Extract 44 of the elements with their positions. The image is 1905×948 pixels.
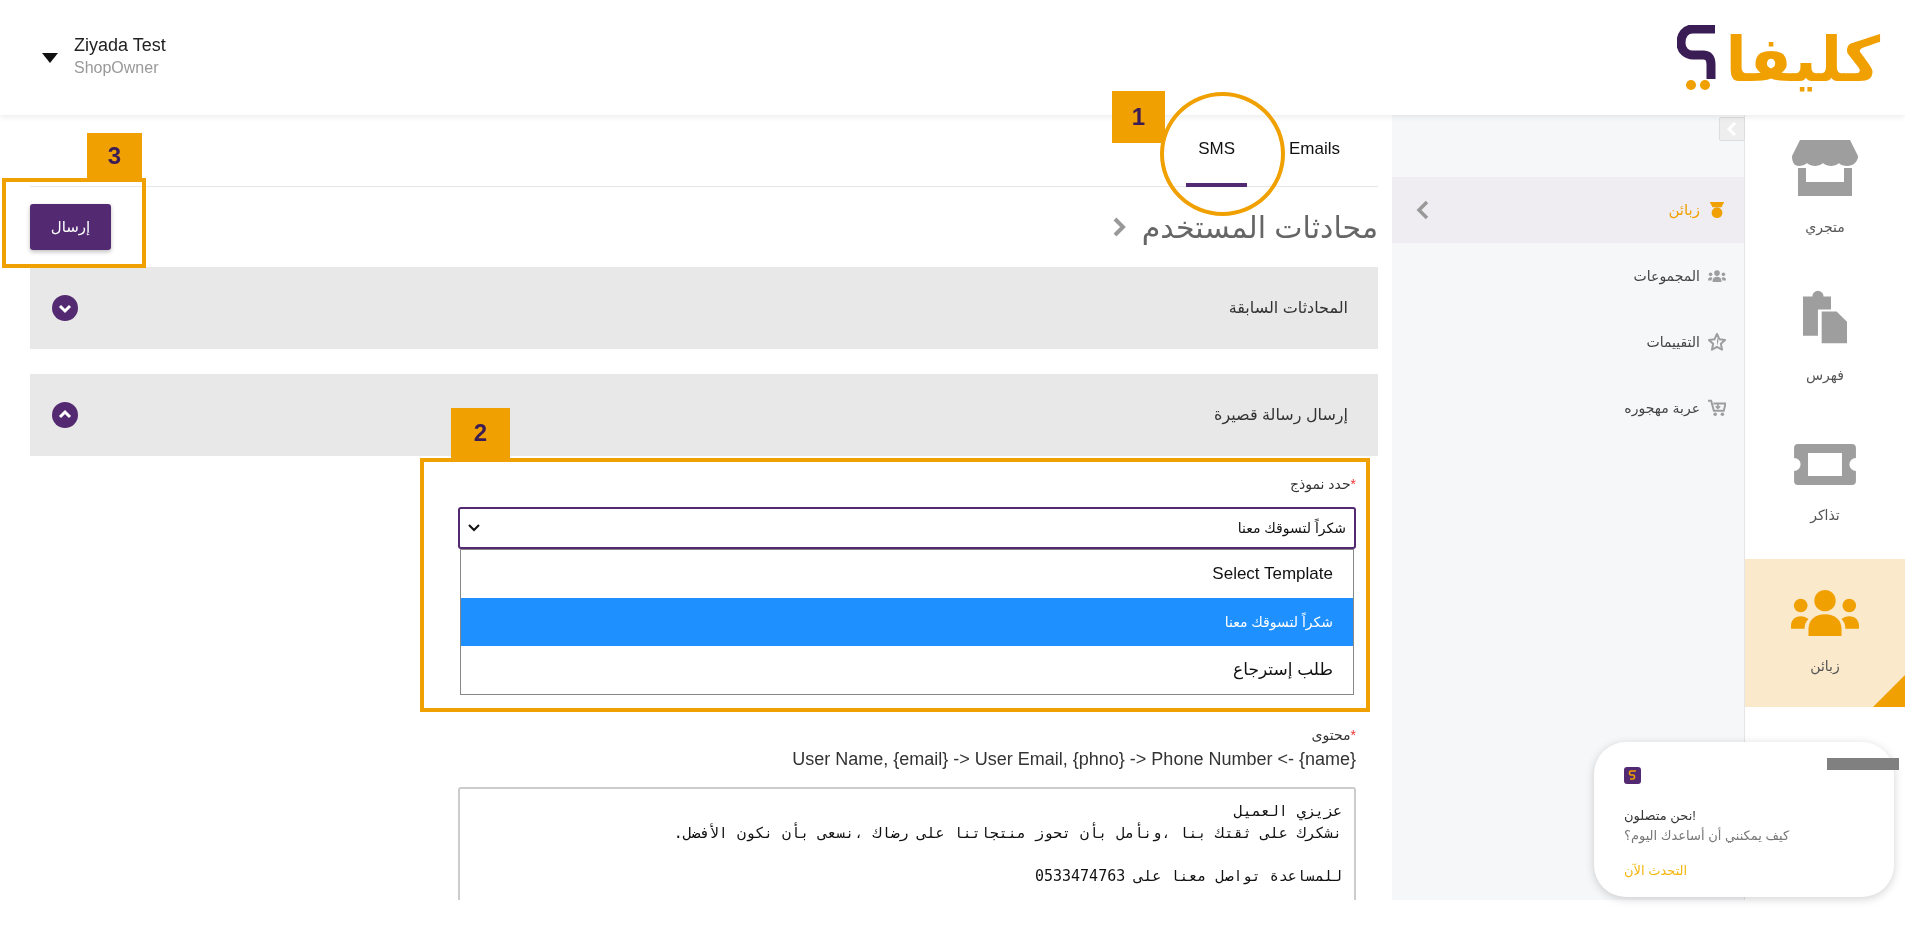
section-header[interactable]: المحادثات السابقة: [30, 267, 1378, 349]
users-icon: [1708, 269, 1726, 283]
chat-title: !نحن متصلون: [1624, 807, 1697, 826]
chat-message: كيف يمكنني أن أساعدك اليوم؟: [1624, 826, 1791, 845]
logo-text: كليفا: [1725, 28, 1880, 91]
users-icon: [1791, 588, 1859, 637]
user-name: Ziyada Test: [74, 34, 166, 57]
submenu-item[interactable]: عربة مهجوره: [1392, 375, 1744, 441]
dropdown-option[interactable]: طلب إسترجاع: [461, 646, 1353, 694]
section-title: إرسال رسالة قصيرة: [1214, 405, 1348, 427]
tab[interactable]: SMS: [1186, 115, 1247, 187]
field-label: * محتوى: [1310, 726, 1356, 746]
step-number: 2: [451, 408, 510, 458]
rail-item[interactable]: زبائن: [1745, 559, 1905, 707]
message-field[interactable]: عزيزي العميل نشكرك على ثقتك بنا ،ونأمل بأن تحوز منتجاتنا على رضاك ،نسعى بأن نكون الأفضل. للمساعدة تواصل معنا على 0533474763: [458, 787, 1356, 900]
user-role: ShopOwner: [74, 58, 160, 79]
rail-item[interactable]: متجري: [1745, 115, 1905, 263]
hint-text: User Name, {email} -> User Email, {phno} -> Phone Number <- {name}: [791, 748, 1356, 771]
chevron-up-icon[interactable]: [52, 402, 78, 428]
chat-logo-icon: [1624, 767, 1641, 784]
corner-mark: [1873, 675, 1905, 707]
submenu-item[interactable]: التقييمات: [1392, 309, 1744, 375]
tab[interactable]: Emails: [1277, 115, 1352, 187]
send-button[interactable]: إرسال: [30, 204, 111, 250]
chevron-down-icon[interactable]: [52, 295, 78, 321]
field-label: * حدد نموذج: [1288, 475, 1356, 495]
step-number: 3: [87, 133, 142, 178]
chevron-right-icon: [1111, 216, 1126, 238]
chevron-down-icon: [468, 524, 480, 532]
cart-icon: [1708, 399, 1726, 417]
rail-item[interactable]: فهرس: [1745, 263, 1905, 411]
star-icon: [1708, 333, 1726, 351]
section-title: المحادثات السابقة: [1228, 298, 1348, 318]
ticket-icon: [1794, 444, 1856, 485]
submenu-item[interactable]: المجموعات: [1392, 243, 1744, 309]
step-number: 1: [1112, 91, 1165, 143]
rail-item[interactable]: تذاكر: [1745, 411, 1905, 559]
dropdown-option[interactable]: Select Template: [461, 550, 1353, 598]
template-select[interactable]: شكراً لتسوقك معنا: [458, 507, 1356, 549]
store-icon: [1792, 140, 1858, 197]
copy-icon: [1802, 288, 1848, 345]
medal-icon: [1708, 201, 1726, 219]
page-title: محادثات المستخدم: [1141, 209, 1378, 247]
caret-down-icon[interactable]: [42, 52, 58, 63]
